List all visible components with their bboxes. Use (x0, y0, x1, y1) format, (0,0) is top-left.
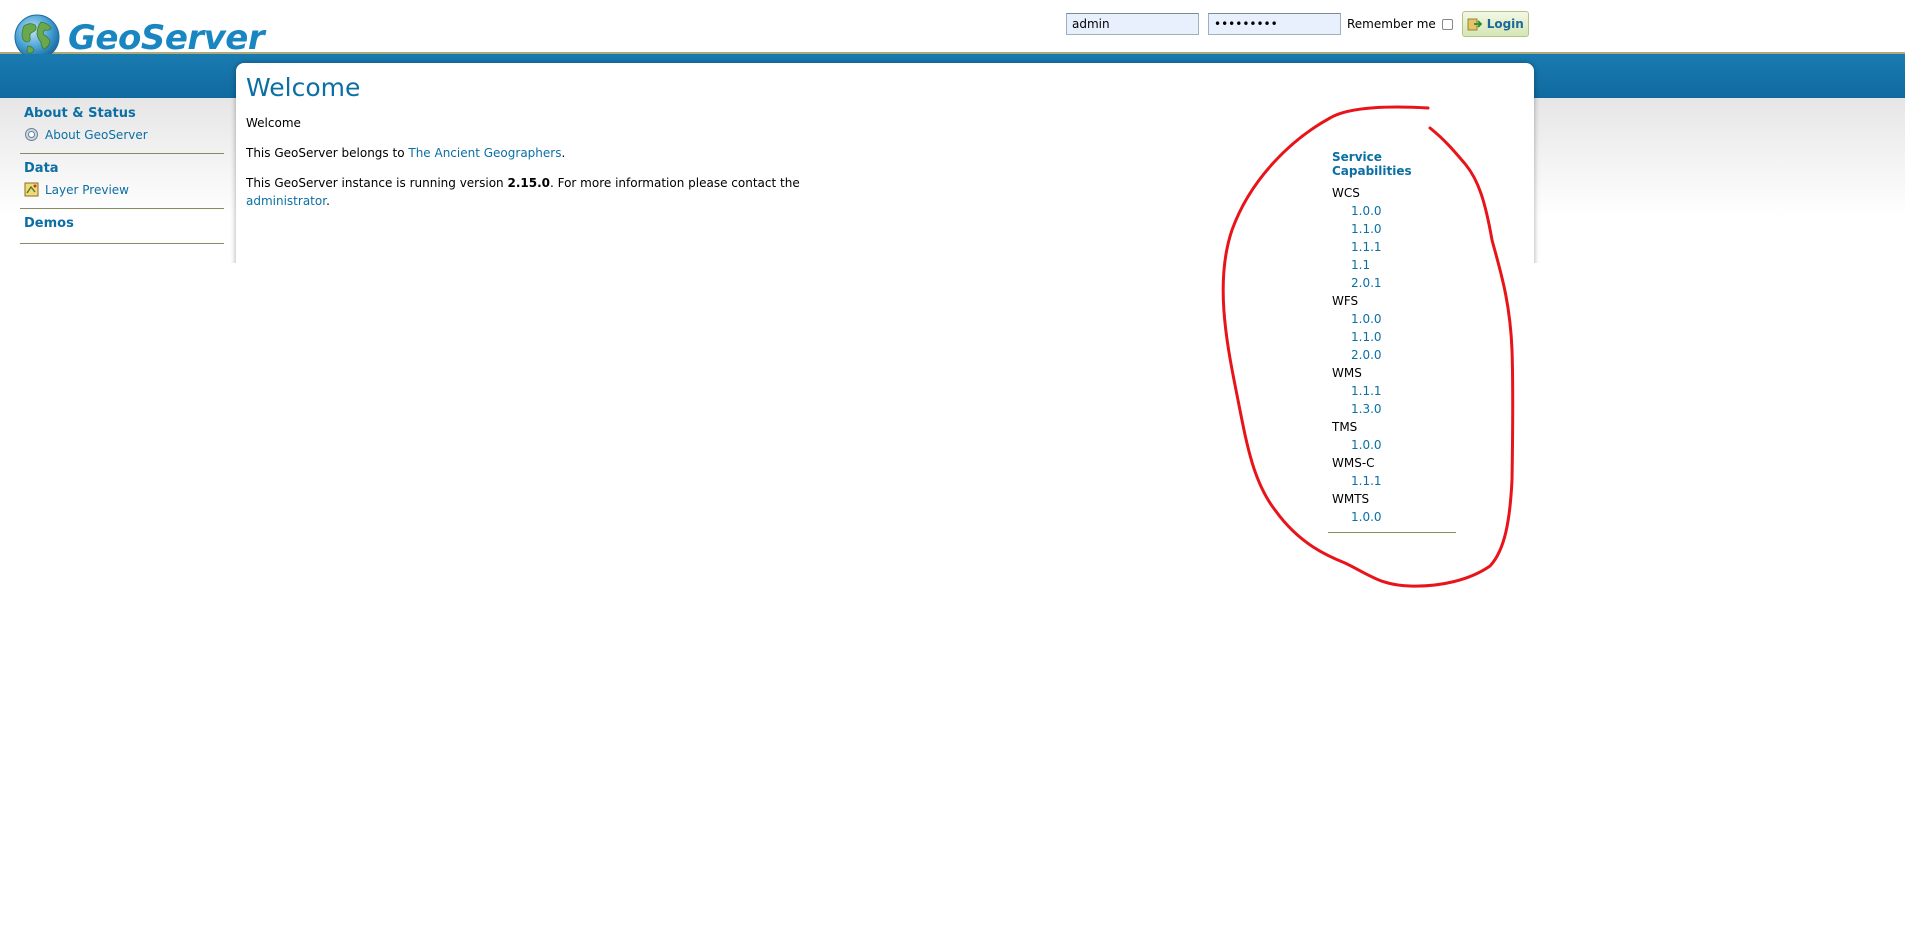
sidebar: About & Status About GeoServer Data Laye… (20, 106, 224, 251)
sidebar-item-layer-preview[interactable]: Layer Preview (24, 182, 224, 197)
version-prefix: This GeoServer instance is running versi… (246, 176, 508, 190)
capability-version-link[interactable]: 1.1.1 (1351, 472, 1456, 490)
login-form: Remember me Login (1066, 11, 1529, 37)
organization-link[interactable]: The Ancient Geographers (408, 146, 561, 160)
welcome-text: Welcome (246, 114, 886, 132)
capability-service-wmts: WMTS (1332, 492, 1370, 506)
administrator-link[interactable]: administrator (246, 194, 326, 208)
capability-service-tms: TMS (1332, 420, 1358, 434)
login-button[interactable]: Login (1461, 11, 1529, 37)
owner-paragraph: This GeoServer belongs to The Ancient Ge… (246, 144, 886, 162)
sidebar-group-demos: Demos (20, 216, 224, 244)
remember-me-checkbox[interactable] (1441, 18, 1453, 30)
sidebar-group-data: Data Layer Preview (20, 161, 224, 209)
capability-version-link[interactable]: 1.0.0 (1351, 202, 1456, 220)
sidebar-heading-demos[interactable]: Demos (24, 216, 224, 231)
owner-suffix: . (561, 146, 566, 160)
version-suffix: . For more information please contact th… (549, 176, 800, 190)
service-capabilities-list: WCS 1.0.0 1.1.0 1.1.1 1.1 2.0.1 WFS 1.0.0 1.1.0 2… (1328, 184, 1456, 526)
capability-version-link[interactable]: 2.0.1 (1351, 274, 1456, 292)
version-number: 2.15.0 (507, 176, 550, 190)
capability-service-wms-c: WMS-C (1332, 456, 1375, 470)
service-capabilities: Service Capabilities WCS 1.0.0 1.1.0 1.1.1 1… (1328, 150, 1456, 533)
service-capabilities-title: Service Capabilities (1332, 150, 1412, 178)
welcome-content: Welcome Welcome This GeoServer belongs t… (246, 73, 886, 222)
layer-preview-icon (24, 182, 39, 197)
sidebar-heading-data[interactable]: Data (24, 161, 224, 176)
sidebar-item-label[interactable]: About GeoServer (45, 128, 148, 142)
login-button-label: Login (1486, 17, 1524, 31)
password-input[interactable] (1208, 13, 1341, 35)
capability-version-link[interactable]: 1.0.0 (1351, 508, 1456, 526)
sidebar-heading-about-status[interactable]: About & Status (24, 106, 224, 121)
capability-version-link[interactable]: 1.1.1 (1351, 238, 1456, 256)
sidebar-item-label[interactable]: Layer Preview (45, 183, 129, 197)
capability-version-link[interactable]: 1.1.0 (1351, 220, 1456, 238)
capability-version-link[interactable]: 2.0.0 (1351, 346, 1456, 364)
capability-version-link[interactable]: 1.1.0 (1351, 328, 1456, 346)
header: GeoServer Remember me Login (0, 0, 1905, 60)
admin-suffix: . (326, 194, 330, 208)
login-icon (1467, 18, 1482, 31)
capability-version-link[interactable]: 1.3.0 (1351, 400, 1456, 418)
username-input[interactable] (1066, 13, 1199, 35)
sidebar-group-about-status: About & Status About GeoServer (20, 106, 224, 154)
welcome-intro: Welcome (246, 116, 301, 130)
capability-service-wms: WMS (1332, 366, 1362, 380)
capability-version-link[interactable]: 1.0.0 (1351, 310, 1456, 328)
capability-version-link[interactable]: 1.1 (1351, 256, 1456, 274)
info-icon (25, 128, 38, 141)
capability-service-wfs: WFS (1332, 294, 1359, 308)
logo-text: GeoServer (68, 18, 265, 58)
sidebar-item-about-geoserver[interactable]: About GeoServer (24, 127, 224, 142)
capability-service-wcs: WCS (1332, 186, 1360, 200)
capability-version-link[interactable]: 1.0.0 (1351, 436, 1456, 454)
version-paragraph: This GeoServer instance is running versi… (246, 174, 886, 210)
remember-me-label: Remember me (1347, 17, 1436, 31)
owner-prefix: This GeoServer belongs to (246, 146, 409, 160)
capability-version-link[interactable]: 1.1.1 (1351, 382, 1456, 400)
page-title: Welcome (246, 73, 361, 102)
